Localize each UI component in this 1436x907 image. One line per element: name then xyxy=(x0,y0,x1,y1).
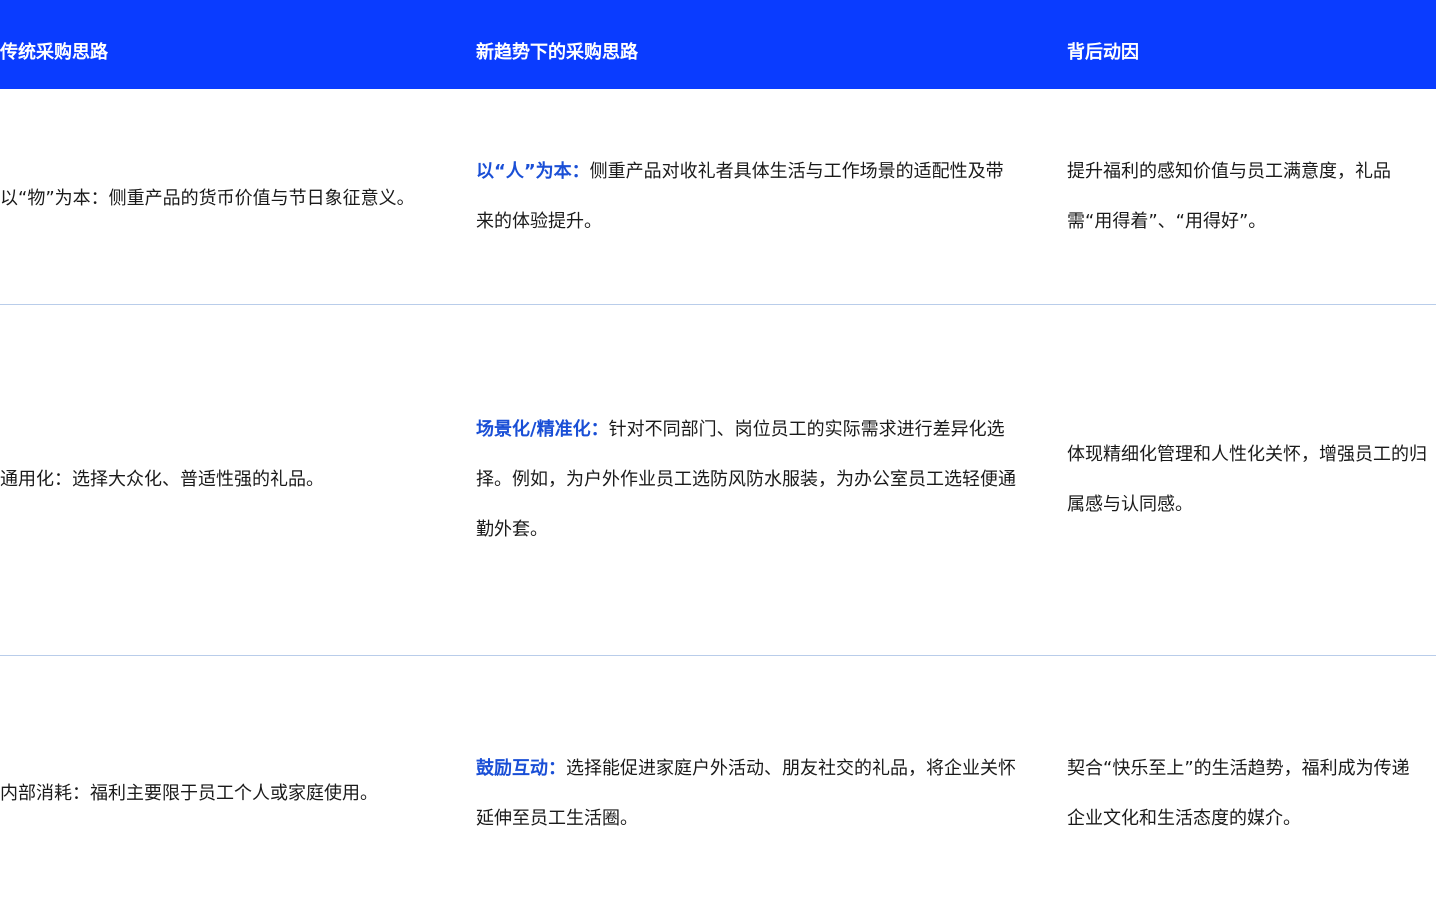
header-traditional: 传统采购思路 xyxy=(0,42,108,63)
cell-new-trend: 以“人”为本：侧重产品对收礼者具体生活与工作场景的适配性及带来的体验提升。 xyxy=(476,89,1016,304)
cell-new-trend: 场景化/精准化：针对不同部门、岗位员工的实际需求进行差异化选择。例如，为户外作业… xyxy=(476,305,1016,655)
cell-traditional: 以“物”为本：侧重产品的货币价值与节日象征意义。 xyxy=(0,89,460,304)
cell-traditional-text: 内部消耗：福利主要限于员工个人或家庭使用。 xyxy=(0,782,378,804)
cell-reason-text: 契合“快乐至上”的生活趋势，福利成为传递企业文化和生活态度的媒介。 xyxy=(1067,757,1410,829)
table-header: 传统采购思路 新趋势下的采购思路 背后动因 xyxy=(0,0,1436,89)
new-trend-label: 以“人”为本： xyxy=(476,160,590,182)
cell-reason-text: 体现精细化管理和人性化关怀，增强员工的归属感与认同感。 xyxy=(1067,444,1427,515)
header-reason: 背后动因 xyxy=(1067,42,1139,63)
table-row: 以“物”为本：侧重产品的货币价值与节日象征意义。 以“人”为本：侧重产品对收礼者… xyxy=(0,89,1436,305)
cell-reason-text: 提升福利的感知价值与员工满意度，礼品需“用得着”、“用得好”。 xyxy=(1067,160,1391,232)
table-row: 内部消耗：福利主要限于员工个人或家庭使用。 鼓励互动：选择能促进家庭户外活动、朋… xyxy=(0,656,1436,907)
cell-new-trend: 鼓励互动：选择能促进家庭户外活动、朋友社交的礼品，将企业关怀延伸至员工生活圈。 xyxy=(476,656,1016,907)
cell-reason: 体现精细化管理和人性化关怀，增强员工的归属感与认同感。 xyxy=(1067,305,1427,655)
cell-traditional: 内部消耗：福利主要限于员工个人或家庭使用。 xyxy=(0,656,460,907)
new-trend-label: 场景化/精准化： xyxy=(476,419,609,440)
cell-traditional: 通用化：选择大众化、普适性强的礼品。 xyxy=(0,305,460,655)
comparison-table: 传统采购思路 新趋势下的采购思路 背后动因 以“物”为本：侧重产品的货币价值与节… xyxy=(0,0,1436,907)
header-new-trend: 新趋势下的采购思路 xyxy=(476,42,638,63)
cell-reason: 提升福利的感知价值与员工满意度，礼品需“用得着”、“用得好”。 xyxy=(1067,89,1427,304)
table-row: 通用化：选择大众化、普适性强的礼品。 场景化/精准化：针对不同部门、岗位员工的实… xyxy=(0,305,1436,656)
cell-traditional-text: 通用化：选择大众化、普适性强的礼品。 xyxy=(0,469,324,490)
cell-traditional-text: 以“物”为本：侧重产品的货币价值与节日象征意义。 xyxy=(0,187,415,209)
new-trend-label: 鼓励互动： xyxy=(476,757,566,779)
cell-reason: 契合“快乐至上”的生活趋势，福利成为传递企业文化和生活态度的媒介。 xyxy=(1067,656,1427,907)
